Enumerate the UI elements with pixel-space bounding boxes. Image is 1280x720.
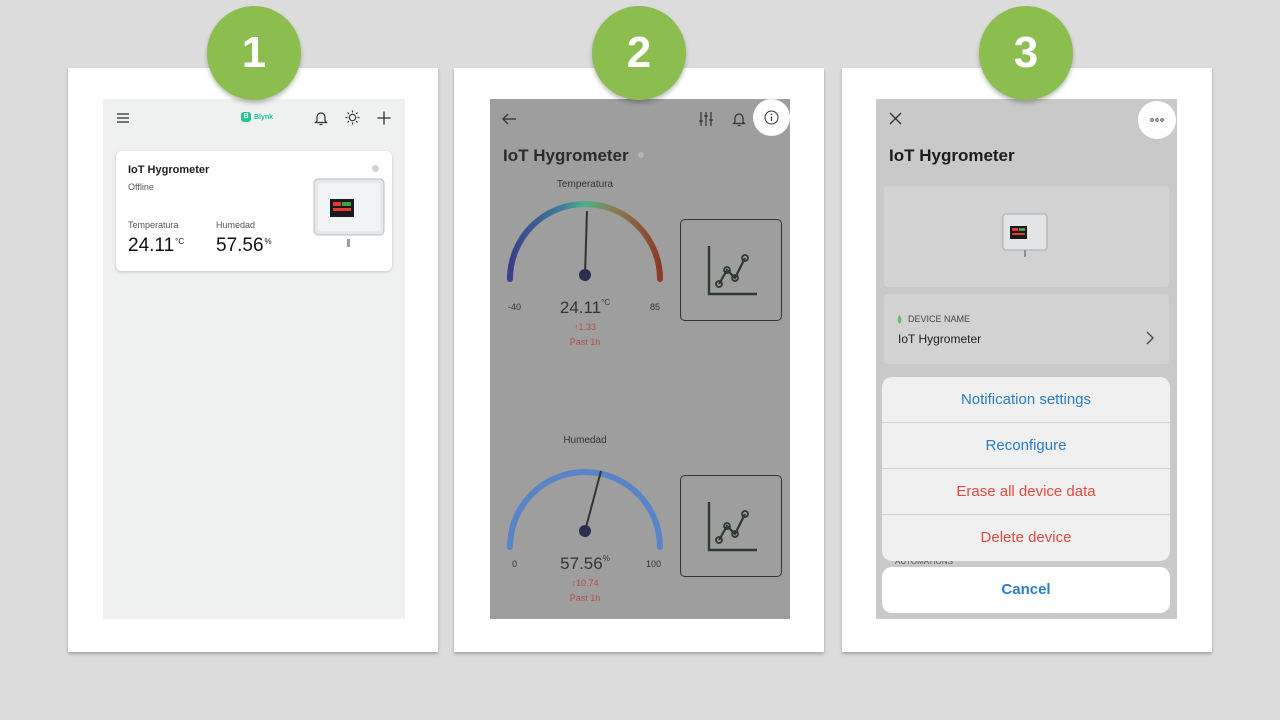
status-dot (372, 165, 379, 172)
gauge-period-temperature: Past 1h (569, 337, 601, 347)
metric-number: 57.56 (216, 235, 264, 256)
more-options-button[interactable] (1138, 101, 1176, 139)
device-card[interactable]: IoT Hygrometer Offline Temperatura 24.11… (116, 151, 392, 271)
reconfigure-button[interactable]: Reconfigure (882, 423, 1170, 469)
device-name-value: IoT Hygrometer (898, 332, 982, 346)
gauge-max-humidity: 100 (646, 559, 662, 569)
chart-button-temperature[interactable] (680, 219, 782, 321)
gauge-period-humidity: Past 1h (569, 593, 601, 603)
device-image (313, 178, 385, 247)
device-image-panel (884, 186, 1169, 287)
gauge-max-temperature: 85 (650, 302, 661, 312)
metric-label-temperature: Temperatura (128, 220, 179, 230)
leaf-icon (897, 315, 902, 324)
screen-device-info: IoT Hygrometer DEVICE NAME IoT Hygromete… (876, 99, 1177, 619)
line-chart-icon (707, 246, 757, 296)
menu-icon[interactable] (116, 112, 130, 124)
blynk-logo-text: Blynk (254, 113, 274, 121)
chevron-right-icon (1146, 331, 1154, 345)
bell-icon[interactable] (314, 110, 328, 126)
page-title: IoT Hygrometer (503, 146, 629, 165)
device-status: Offline (128, 182, 154, 192)
step-badge-3: 3 (979, 6, 1073, 100)
gauge-unit: % (602, 554, 610, 563)
status-dot (638, 152, 644, 158)
gauge-number: 57.56 (560, 554, 603, 573)
metric-unit: % (264, 237, 272, 246)
gauge-value-humidity: 57.56% (525, 554, 645, 574)
blynk-logo-mark: B (241, 112, 251, 122)
gauge-label-temperature: Temperatura (556, 179, 614, 190)
screen-device-list: B Blynk IoT Hygrometer Offline Temperatu… (103, 99, 405, 619)
gauge-humidity (507, 469, 663, 550)
gauge-label-humidity: Humedad (563, 435, 607, 446)
sun-settings-icon[interactable] (345, 110, 361, 126)
info-icon (764, 110, 779, 125)
gauge-min-temperature: -40 (508, 302, 522, 312)
cancel-button[interactable]: Cancel (882, 567, 1170, 613)
page-title: IoT Hygrometer (889, 146, 1015, 165)
action-sheet: Notification settings Reconfigure Erase … (882, 377, 1170, 561)
gauge-min-humidity: 0 (512, 559, 518, 569)
gauge-value-temperature: 24.11°C (525, 298, 645, 318)
more-dots-icon (1150, 118, 1164, 122)
device-name-caption: DEVICE NAME (908, 314, 971, 324)
device-image (1002, 213, 1048, 257)
top-bar: B Blynk (103, 99, 405, 139)
gauge-delta-temperature: ↑1.33 (573, 322, 597, 332)
device-name-row[interactable] (884, 294, 1169, 364)
metric-value-temperature: 24.11°C (128, 235, 184, 257)
add-icon[interactable] (377, 111, 391, 125)
gauge-number: 24.11 (559, 298, 602, 317)
gauge-delta-humidity: ↑10.74 (571, 578, 599, 588)
gauge-temperature (507, 201, 663, 282)
close-icon[interactable] (889, 112, 902, 125)
sliders-icon[interactable] (698, 111, 714, 127)
info-button[interactable] (753, 99, 790, 136)
line-chart-icon (707, 502, 757, 552)
notification-settings-button[interactable]: Notification settings (882, 377, 1170, 423)
metric-value-humidity: 57.56% (216, 235, 272, 257)
screen-device-dashboard: IoT Hygrometer Temperatura -40 85 24.11°… (490, 99, 790, 619)
erase-device-data-button[interactable]: Erase all device data (882, 469, 1170, 515)
chart-button-humidity[interactable] (680, 475, 782, 577)
metric-number: 24.11 (128, 235, 175, 256)
bell-icon[interactable] (732, 111, 746, 127)
blynk-logo: B Blynk (241, 112, 273, 122)
device-name: IoT Hygrometer (128, 164, 210, 176)
step-badge-2: 2 (592, 6, 686, 100)
back-arrow-icon[interactable] (501, 112, 517, 126)
delete-device-button[interactable]: Delete device (882, 515, 1170, 561)
metric-label-humidity: Humedad (216, 220, 256, 230)
metric-unit: °C (175, 237, 185, 246)
step-badge-1: 1 (207, 6, 301, 100)
gauge-unit: °C (601, 298, 611, 307)
